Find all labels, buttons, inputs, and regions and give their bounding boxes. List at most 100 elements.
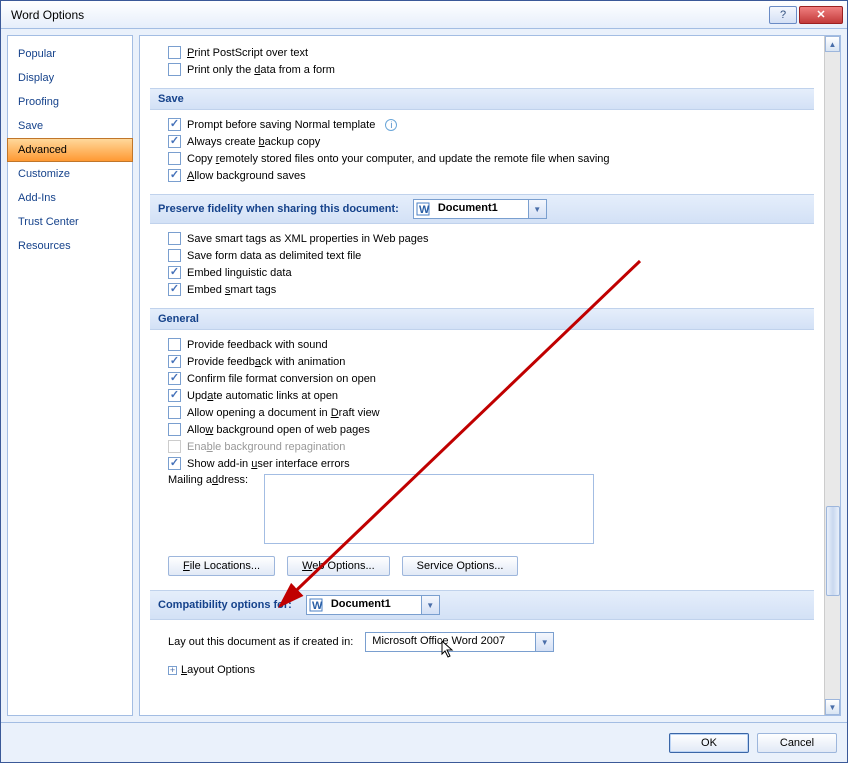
checkbox-label: Provide feedback with animation xyxy=(187,356,345,368)
checkbox[interactable] xyxy=(168,152,181,165)
section-header: Compatibility options for: WDocument1▼ xyxy=(150,590,814,620)
svg-text:W: W xyxy=(419,204,430,216)
sidebar-item-proofing[interactable]: Proofing xyxy=(8,90,132,114)
checkbox[interactable] xyxy=(168,118,181,131)
main-panel: Print PostScript over text Print only the… xyxy=(139,35,841,716)
close-button[interactable]: ✕ xyxy=(799,6,843,24)
checkbox-label: Confirm file format conversion on open xyxy=(187,373,376,385)
sidebar-item-save[interactable]: Save xyxy=(8,114,132,138)
layout-compat-dropdown[interactable]: Microsoft Office Word 2007▼ xyxy=(365,632,554,652)
checkbox[interactable] xyxy=(168,249,181,262)
plus-icon: + xyxy=(168,666,177,675)
checkbox-label: Embed smart tags xyxy=(187,284,276,296)
option-row: Enable background repagination xyxy=(150,438,814,455)
web-options-button[interactable]: Web Options... xyxy=(287,556,390,576)
layout-options-expander[interactable]: + Layout Options xyxy=(150,658,814,682)
dropdown-value: Microsoft Office Word 2007 xyxy=(366,633,535,651)
option-row: Embed smart tags xyxy=(150,281,814,298)
option-row: Provide feedback with animation xyxy=(150,353,814,370)
checkbox-label: Enable background repagination xyxy=(187,441,345,453)
document-dropdown[interactable]: WDocument1▼ xyxy=(413,199,547,219)
checkbox-label: Allow opening a document in Draft view xyxy=(187,407,380,419)
document-dropdown[interactable]: WDocument1▼ xyxy=(306,595,440,615)
mailing-address-label: Mailing address: xyxy=(168,474,258,486)
checkbox[interactable] xyxy=(168,135,181,148)
checkbox-label: Update automatic links at open xyxy=(187,390,338,402)
checkbox xyxy=(168,440,181,453)
checkbox[interactable] xyxy=(168,372,181,385)
checkbox-label: Print only the data from a form xyxy=(187,64,335,76)
checkbox-label: Always create backup copy xyxy=(187,136,320,148)
titlebar: Word Options ? ✕ xyxy=(1,1,847,29)
checkbox-label: Show add-in user interface errors xyxy=(187,458,350,470)
chevron-down-icon: ▼ xyxy=(535,633,553,651)
section-header: Save xyxy=(150,88,814,110)
option-row: Confirm file format conversion on open xyxy=(150,370,814,387)
scroll-down-arrow[interactable]: ▼ xyxy=(825,699,840,715)
sidebar-item-resources[interactable]: Resources xyxy=(8,234,132,258)
ok-button[interactable]: OK xyxy=(669,733,749,753)
cancel-button[interactable]: Cancel xyxy=(757,733,837,753)
checkbox[interactable] xyxy=(168,423,181,436)
sidebar-item-trust-center[interactable]: Trust Center xyxy=(8,210,132,234)
sidebar-item-add-ins[interactable]: Add-Ins xyxy=(8,186,132,210)
file-locations-button[interactable]: File Locations... xyxy=(168,556,275,576)
service-options-button[interactable]: Service Options... xyxy=(402,556,519,576)
info-icon[interactable]: i xyxy=(385,119,397,131)
checkbox-label: Provide feedback with sound xyxy=(187,339,328,351)
sidebar-item-advanced[interactable]: Advanced xyxy=(7,138,133,162)
option-row: Save form data as delimited text file xyxy=(150,247,814,264)
sidebar: PopularDisplayProofingSaveAdvancedCustom… xyxy=(7,35,133,716)
checkbox[interactable] xyxy=(168,46,181,59)
layout-options-label: Layout Options xyxy=(181,664,255,676)
checkbox-label: Allow background saves xyxy=(187,170,306,182)
sidebar-item-display[interactable]: Display xyxy=(8,66,132,90)
sidebar-item-customize[interactable]: Customize xyxy=(8,162,132,186)
checkbox-label: Prompt before saving Normal template xyxy=(187,119,375,131)
section-title: Preserve fidelity when sharing this docu… xyxy=(158,203,399,215)
checkbox[interactable] xyxy=(168,266,181,279)
option-row: Provide feedback with sound xyxy=(150,336,814,353)
dropdown-value: Document1 xyxy=(432,200,528,218)
option-row: Prompt before saving Normal template i xyxy=(150,116,814,133)
section-title: Save xyxy=(158,93,184,105)
sidebar-item-popular[interactable]: Popular xyxy=(8,42,132,66)
checkbox-label: Copy remotely stored files onto your com… xyxy=(187,153,610,165)
checkbox-label: Embed linguistic data xyxy=(187,267,292,279)
option-row: Allow background saves xyxy=(150,167,814,184)
option-row: Allow opening a document in Draft view xyxy=(150,404,814,421)
checkbox[interactable] xyxy=(168,355,181,368)
option-row: Allow background open of web pages xyxy=(150,421,814,438)
mailing-address-row: Mailing address: xyxy=(150,472,814,546)
checkbox[interactable] xyxy=(168,232,181,245)
option-row: Embed linguistic data xyxy=(150,264,814,281)
checkbox-label: Save smart tags as XML properties in Web… xyxy=(187,233,429,245)
checkbox-label: Print PostScript over text xyxy=(187,47,308,59)
scrollbar: ▲ ▼ xyxy=(824,36,840,715)
layout-compat-label: Lay out this document as if created in: xyxy=(168,636,353,648)
section-title: General xyxy=(158,313,199,325)
word-doc-icon: W xyxy=(414,200,432,218)
checkbox[interactable] xyxy=(168,389,181,402)
checkbox[interactable] xyxy=(168,283,181,296)
dialog-footer: OK Cancel xyxy=(1,722,847,762)
help-button[interactable]: ? xyxy=(769,6,797,24)
layout-compat-row: Lay out this document as if created in: M… xyxy=(150,626,814,658)
mailing-address-input[interactable] xyxy=(264,474,594,544)
checkbox[interactable] xyxy=(168,457,181,470)
scroll-thumb[interactable] xyxy=(826,506,840,596)
option-row: Update automatic links at open xyxy=(150,387,814,404)
button-row: File Locations... Web Options... Service O… xyxy=(150,546,814,580)
word-doc-icon: W xyxy=(307,596,325,614)
checkbox[interactable] xyxy=(168,63,181,76)
option-row: Print PostScript over text xyxy=(150,44,814,61)
section-title: Compatibility options for: xyxy=(158,599,292,611)
option-row: Print only the data from a form xyxy=(150,61,814,78)
checkbox[interactable] xyxy=(168,406,181,419)
section-header: General xyxy=(150,308,814,330)
checkbox[interactable] xyxy=(168,338,181,351)
option-row: Save smart tags as XML properties in Web… xyxy=(150,230,814,247)
checkbox[interactable] xyxy=(168,169,181,182)
checkbox-label: Save form data as delimited text file xyxy=(187,250,361,262)
scroll-up-arrow[interactable]: ▲ xyxy=(825,36,840,52)
